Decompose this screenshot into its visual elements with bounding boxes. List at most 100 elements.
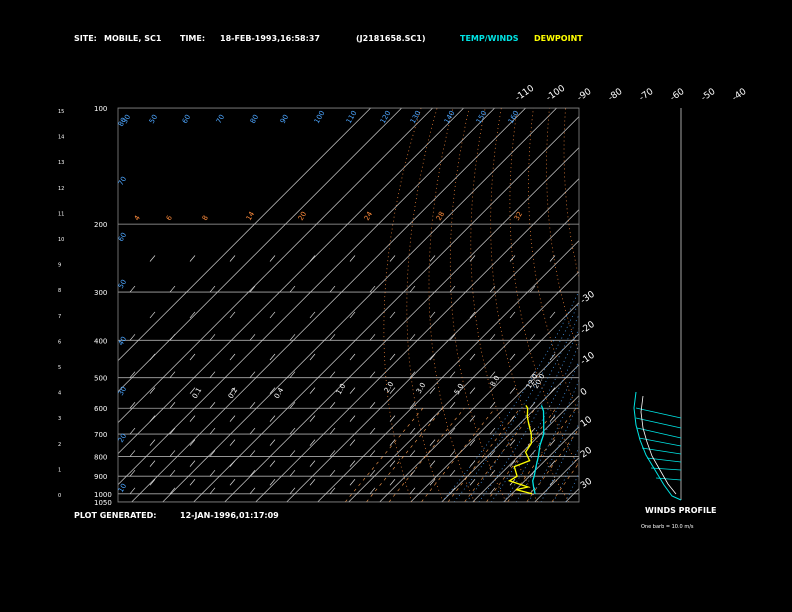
theta-top-label: 130 bbox=[409, 109, 423, 125]
barb-tick bbox=[189, 415, 196, 422]
theta-top-label: 120 bbox=[379, 109, 393, 125]
barb-tick bbox=[249, 450, 256, 457]
barb-tick bbox=[269, 479, 276, 486]
isotherm-right-label: 0 bbox=[579, 387, 590, 399]
theta-top-label: 100 bbox=[313, 109, 327, 125]
theta-left-label: 50 bbox=[117, 278, 128, 290]
isotherm-right-label: -20 bbox=[579, 320, 597, 337]
header: SITE: MOBILE, SC1 TIME: 18-FEB-1993,16:5… bbox=[74, 34, 583, 43]
barb-tick bbox=[229, 439, 236, 446]
barb-tick bbox=[449, 402, 456, 409]
barb-tick bbox=[249, 371, 256, 378]
barb-tick bbox=[549, 353, 556, 361]
theta-left-label: 60 bbox=[117, 231, 128, 243]
barb-tick bbox=[189, 460, 196, 467]
isotherm-right-label: -30 bbox=[579, 289, 597, 306]
dry-adiabat bbox=[406, 108, 444, 502]
isotherm-line bbox=[162, 108, 557, 502]
barb-tick bbox=[249, 427, 256, 435]
theta-top-label: 150 bbox=[475, 109, 489, 125]
dry-adiabat bbox=[490, 108, 570, 502]
time-label: TIME: bbox=[180, 34, 205, 43]
barb-tick bbox=[489, 402, 496, 409]
barb-tick bbox=[389, 353, 396, 361]
barb-tick bbox=[169, 334, 176, 341]
barb-tick bbox=[469, 387, 476, 394]
barb-tick bbox=[209, 334, 216, 341]
isotherm-line bbox=[628, 108, 792, 502]
barb-tick bbox=[149, 479, 156, 486]
barb-tick bbox=[529, 402, 536, 409]
barb-tick bbox=[229, 255, 236, 262]
height-km-label: 1 bbox=[58, 467, 61, 473]
site-label: SITE: bbox=[74, 34, 97, 43]
isotherm-line bbox=[118, 108, 495, 486]
dry-adiabat bbox=[646, 108, 792, 502]
barb-tick bbox=[369, 371, 376, 378]
footer: PLOT GENERATED: 12-JAN-1996,01:17:09 bbox=[74, 511, 279, 520]
barb-tick bbox=[149, 311, 156, 319]
barb-tick bbox=[469, 460, 476, 467]
mixing-ratio-label: 2.0 bbox=[383, 380, 395, 394]
barb-tick bbox=[309, 460, 316, 467]
isobar-label: 700 bbox=[94, 431, 107, 439]
dry-adiabat bbox=[726, 108, 792, 502]
barb-tick bbox=[289, 450, 296, 457]
barb-tick bbox=[489, 285, 496, 293]
barb-tick bbox=[489, 334, 496, 341]
barb-tick bbox=[329, 285, 336, 293]
isotherm-line bbox=[131, 108, 526, 502]
height-km-label: 13 bbox=[58, 160, 64, 166]
temperature-profile bbox=[532, 405, 545, 494]
isotherm-line bbox=[255, 178, 579, 502]
mixing-ratio-label: 0.1 bbox=[191, 386, 203, 400]
barb-tick bbox=[129, 285, 136, 293]
barb-tick bbox=[469, 353, 476, 361]
winds-profile-note: One barb = 10.0 m/s bbox=[641, 524, 694, 530]
isotherm-right-label: -10 bbox=[579, 350, 597, 367]
isotherm-line bbox=[410, 333, 579, 502]
barb-tick bbox=[389, 311, 396, 319]
barb-tick bbox=[409, 450, 416, 457]
barb-tick bbox=[309, 255, 316, 262]
barb-tick bbox=[229, 311, 236, 319]
mixing-ratio-label: 1.0 bbox=[335, 382, 347, 396]
barb-tick bbox=[509, 387, 516, 394]
barb-tick bbox=[169, 450, 176, 457]
barb-tick bbox=[289, 427, 296, 435]
barb-tick bbox=[169, 427, 176, 435]
dry-adiabat bbox=[678, 108, 792, 502]
generated-value: 12-JAN-1996,01:17:09 bbox=[180, 511, 279, 520]
barb-tick bbox=[149, 415, 156, 422]
isotherm-line bbox=[118, 108, 464, 455]
plot-border bbox=[117, 107, 580, 503]
time-value: 18-FEB-1993,16:58:37 bbox=[220, 34, 320, 43]
mixing-ratio-line bbox=[366, 408, 444, 502]
barb-tick bbox=[429, 255, 436, 262]
height-km-label: 0 bbox=[58, 493, 61, 499]
isotherm-line bbox=[286, 209, 579, 502]
barb-tick bbox=[189, 353, 196, 361]
isotherm-top-label: -70 bbox=[638, 87, 656, 104]
dry-adiabat bbox=[509, 108, 579, 468]
winds-profile-title: WINDS PROFILE bbox=[645, 506, 717, 515]
isobar-label: 200 bbox=[94, 221, 107, 229]
dry-adiabat bbox=[742, 108, 792, 502]
adiabat-200-label: 6 bbox=[165, 214, 174, 222]
theta-top-label: 160 bbox=[507, 109, 521, 125]
barb-tick bbox=[169, 371, 176, 378]
barb-tick bbox=[209, 402, 216, 409]
isobar-label: 800 bbox=[94, 453, 107, 461]
adiabat-200-label: 20 bbox=[297, 210, 308, 222]
dry-adiabat bbox=[581, 108, 726, 502]
barb-tick bbox=[269, 460, 276, 467]
theta-top-label: 80 bbox=[249, 113, 260, 125]
moist-adiabat bbox=[552, 446, 579, 502]
barb-tick bbox=[209, 469, 216, 477]
barb-tick bbox=[209, 427, 216, 435]
barb-tick bbox=[449, 487, 456, 495]
barb-tick bbox=[489, 427, 496, 435]
dry-adiabat bbox=[546, 108, 579, 354]
dry-adiabat bbox=[630, 108, 792, 502]
wind-barb bbox=[638, 437, 682, 447]
